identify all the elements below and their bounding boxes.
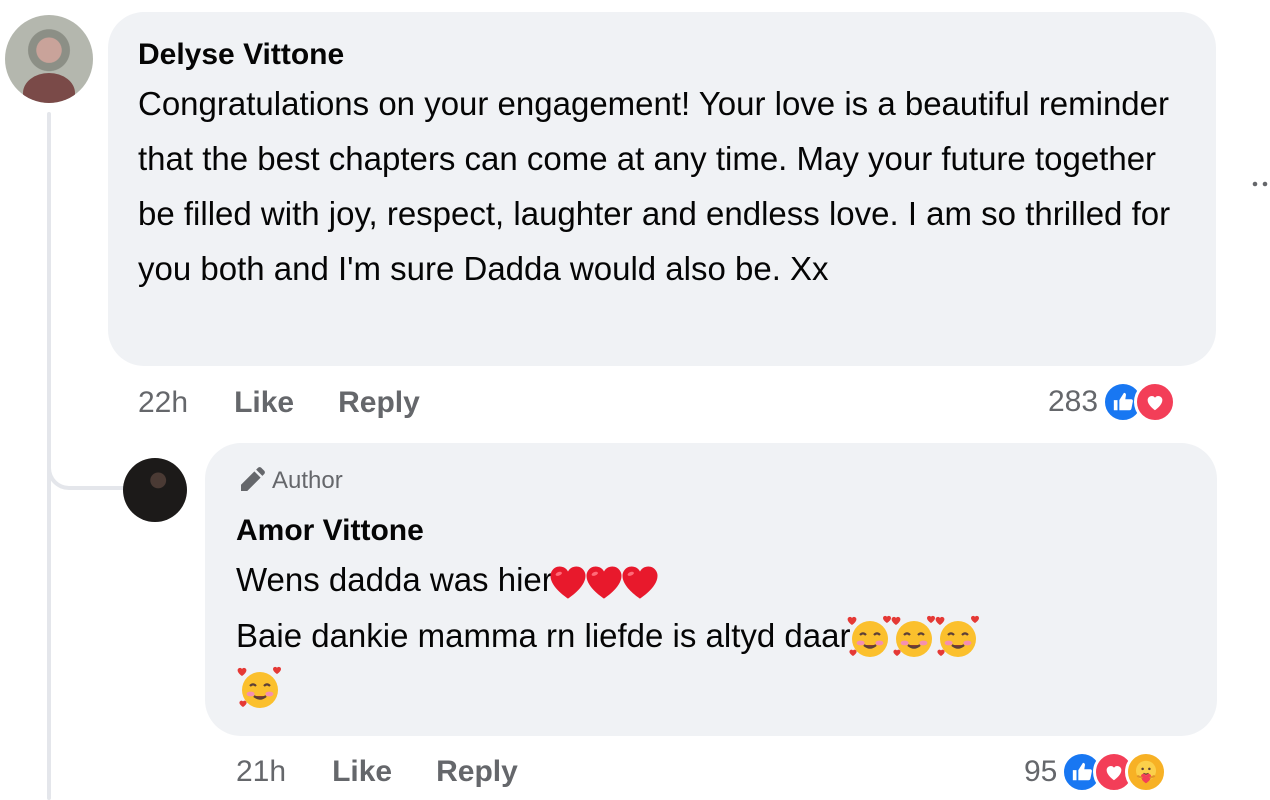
reaction-count: 283 xyxy=(1048,385,1099,418)
reply-button[interactable]: Reply xyxy=(436,755,518,789)
reaction-summary[interactable]: 283 xyxy=(1048,380,1177,424)
reply-line-1: Wens dadda was hier xyxy=(236,552,661,607)
smiling-face-with-hearts-icon xyxy=(890,614,938,662)
love-icon xyxy=(1134,381,1177,423)
reply-text: Baie dankie mamma rn liefde is altyd daa… xyxy=(236,617,851,654)
comment-actions: 22h Like Reply xyxy=(138,383,420,423)
care-icon xyxy=(1125,751,1168,793)
comment-timestamp[interactable]: 22h xyxy=(138,386,188,420)
author-badge: Author xyxy=(236,463,343,499)
smiling-face-with-hearts-icon xyxy=(846,614,894,662)
smiling-face-with-hearts-icon xyxy=(236,665,284,713)
reaction-count: 95 xyxy=(1024,755,1058,788)
reply-author[interactable]: Amor Vittone xyxy=(236,514,424,548)
reply-line-3 xyxy=(236,665,284,713)
reply-timestamp[interactable]: 21h xyxy=(236,755,286,789)
reaction-summary[interactable]: 95 xyxy=(1024,750,1168,794)
like-button[interactable]: Like xyxy=(234,386,294,420)
reply-actions: 21h Like Reply xyxy=(236,752,518,792)
author-badge-label: Author xyxy=(272,467,343,494)
reply-line-2: Baie dankie mamma rn liefde is altyd daa… xyxy=(236,608,982,663)
comment-text: Congratulations on your engagement! Your… xyxy=(138,85,1171,287)
pencil-icon xyxy=(241,467,265,491)
reply-text: Wens dadda was hier xyxy=(236,561,553,598)
smiling-face-with-hearts-icon xyxy=(934,614,982,662)
reply-connector xyxy=(47,440,125,490)
comment-author[interactable]: Delyse Vittone xyxy=(138,38,344,72)
avatar[interactable] xyxy=(5,15,93,103)
more-options-icon[interactable] xyxy=(1252,178,1270,190)
like-button[interactable]: Like xyxy=(332,755,392,789)
red-heart-icon xyxy=(619,561,661,603)
reply-button[interactable]: Reply xyxy=(338,386,420,420)
avatar[interactable] xyxy=(123,458,187,522)
